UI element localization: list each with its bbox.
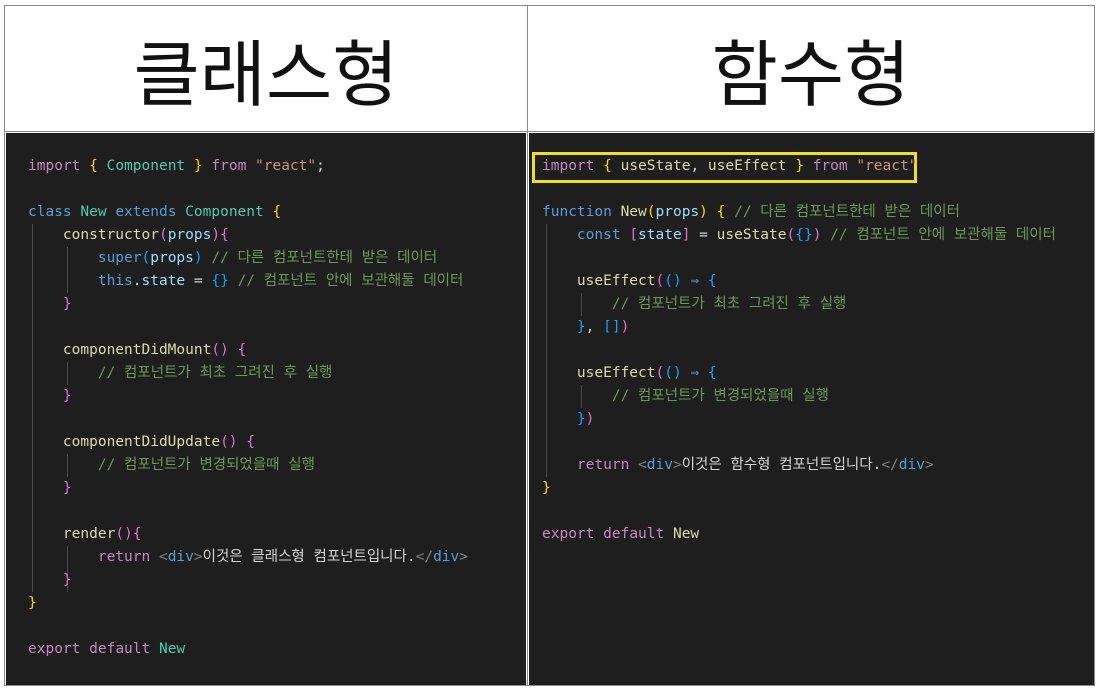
code-line: super(props) // 다른 컴포넌트한테 받은 데이터: [97, 250, 438, 266]
code-line: componentDidUpdate() {: [62, 434, 255, 450]
function-component-title: 함수형: [711, 33, 911, 117]
code-line: }): [576, 411, 595, 427]
class-component-code: import { Component } from "react"; class…: [28, 155, 468, 661]
code-line: useEffect(() ⇒ {: [576, 273, 717, 289]
code-line: this.state = {} // 컴포넌트 안에 보관해둘 데이터: [97, 273, 464, 289]
code-line: import { Component } from "react";: [28, 158, 325, 174]
code-line: }: [542, 480, 551, 496]
code-line: // 컴포넌트가 최초 그려진 후 실행: [611, 296, 847, 312]
code-line: return <div>이것은 클래스형 컴포넌트입니다.</div>: [97, 549, 468, 565]
code-line: export default New: [542, 526, 700, 542]
code-line: }: [28, 595, 37, 611]
class-code-panel: import { Component } from "react"; class…: [6, 133, 526, 685]
code-line: const [state] = useState({}) // 컴포넌트 안에 …: [576, 227, 1056, 243]
code-line: // 컴포넌트가 변경되었을때 실행: [97, 457, 315, 473]
function-code-panel: import { useState, useEffect } from "rea…: [529, 133, 1094, 685]
class-component-title: 클래스형: [133, 33, 399, 117]
code-line: export default New: [28, 641, 186, 657]
code-line: class New extends Component {: [28, 204, 282, 220]
function-component-code: import { useState, useEffect } from "rea…: [542, 155, 1056, 546]
header-divider: [4, 131, 1095, 132]
code-line: // 컴포넌트가 변경되었을때 실행: [611, 388, 829, 404]
code-line: // 컴포넌트가 최초 그려진 후 실행: [97, 365, 333, 381]
code-line: }: [62, 388, 72, 404]
code-line: function New(props) { // 다른 컴포넌트한테 받은 데이…: [542, 204, 960, 220]
code-line: render(){: [62, 526, 142, 542]
code-line: }, []): [576, 319, 630, 335]
code-line: }: [62, 296, 72, 312]
code-line: componentDidMount() {: [62, 342, 247, 358]
code-line: }: [62, 572, 72, 588]
code-line: useEffect(() ⇒ {: [576, 365, 717, 381]
code-line: constructor(props){: [62, 227, 229, 243]
code-line: import { useState, useEffect } from "rea…: [542, 158, 918, 174]
code-line: return <div>이것은 함수형 컴포넌트입니다.</div>: [576, 457, 934, 473]
code-line: }: [62, 480, 72, 496]
